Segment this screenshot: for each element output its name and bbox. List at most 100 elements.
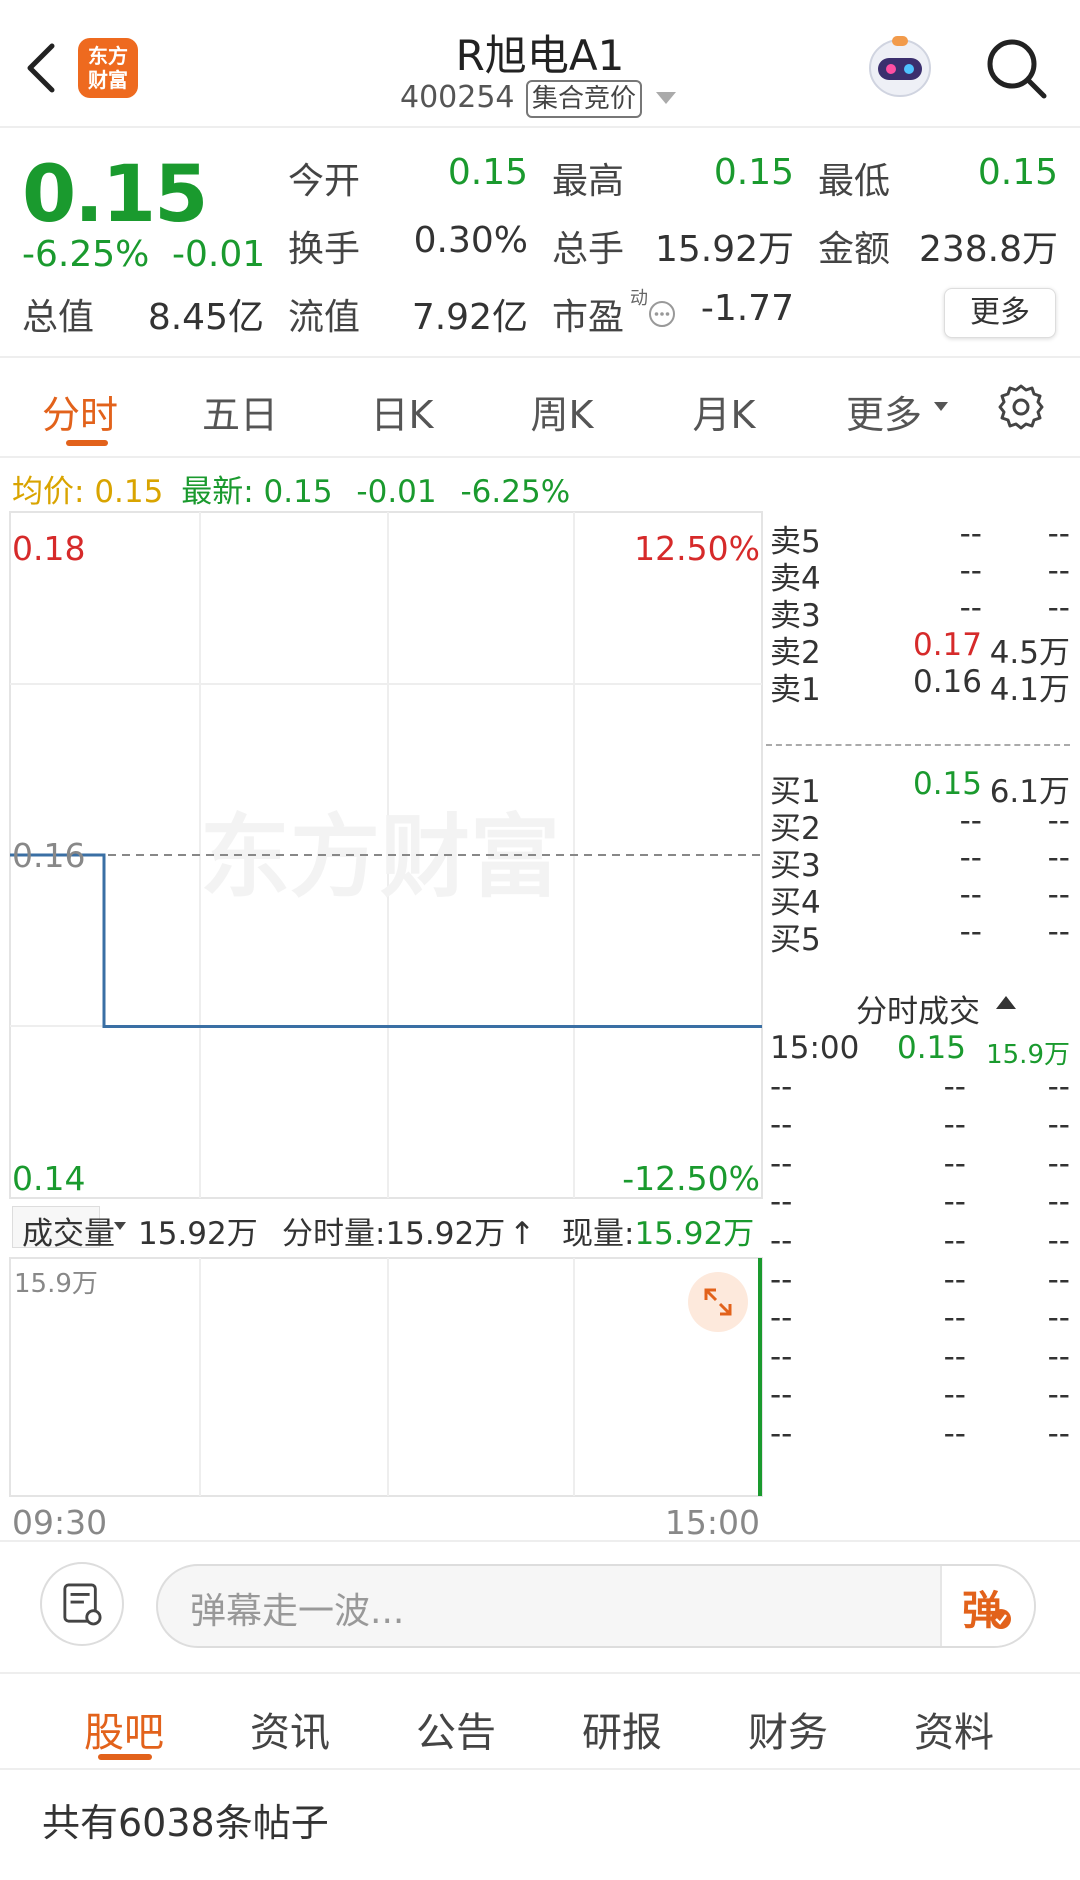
volume-bar: [758, 1258, 762, 1496]
divider: [0, 1540, 1080, 1542]
ask-volume: --: [1047, 590, 1070, 626]
tick-row: -- -- --: [766, 1107, 1080, 1145]
tick-time: --: [770, 1184, 793, 1221]
tab-announcements[interactable]: 公告: [386, 1700, 526, 1758]
ask-row-1[interactable]: 卖5 -- --: [766, 516, 1080, 560]
intraday-chart[interactable]: 东方财富 0.18 0.16 0.14 12.50% -12.50% 15.9万…: [0, 510, 766, 1540]
amount-value: 238.8万: [918, 229, 1058, 270]
price-summary-line: 均价: 0.15 最新: 0.15 -0.01 -6.25%: [12, 466, 570, 511]
active-tab-indicator: [66, 440, 108, 446]
more-quote-button[interactable]: 更多: [944, 288, 1056, 338]
tick-row: -- -- --: [766, 1377, 1080, 1415]
tick-row: -- -- --: [766, 1416, 1080, 1454]
tick-row: -- -- --: [766, 1339, 1080, 1377]
tick-price: --: [943, 1261, 966, 1298]
tick-trades-header[interactable]: 分时成交: [856, 986, 980, 1031]
ask-row-3[interactable]: 卖3 -- --: [766, 590, 1080, 634]
tab-intraday[interactable]: 分时: [38, 384, 122, 439]
bid-volume: --: [1047, 877, 1070, 913]
tab-daily-k[interactable]: 日K: [364, 384, 440, 439]
tick-volume: --: [1047, 1145, 1070, 1182]
tick-volume: --: [1047, 1261, 1070, 1298]
gear-icon[interactable]: [996, 382, 1046, 432]
bid-volume: --: [1047, 840, 1070, 876]
tick-price: --: [943, 1145, 966, 1182]
current-volume-label: 现量:: [562, 1216, 635, 1252]
intraday-volume: 分时量:15.92万 ↑: [282, 1208, 535, 1253]
change-percent: -6.25%: [22, 234, 150, 275]
divider: [0, 456, 1080, 458]
tab-more[interactable]: 更多: [842, 384, 926, 439]
tick-volume: --: [1047, 1338, 1070, 1375]
tick-time: --: [770, 1068, 793, 1105]
ask-level-label: 卖1: [770, 672, 821, 708]
pct-axis-min-label: -12.50%: [622, 1159, 760, 1198]
tick-volume: --: [1047, 1068, 1070, 1105]
note-settings-icon[interactable]: [40, 1562, 124, 1646]
indicator-dropdown-icon[interactable]: [114, 1222, 126, 1230]
total-volume-value: 15.92万: [654, 229, 794, 270]
tick-row: -- -- --: [766, 1184, 1080, 1222]
tab-profile[interactable]: 资料: [884, 1700, 1024, 1758]
total-volume-label: 总手: [552, 229, 625, 270]
bid-volume: --: [1047, 803, 1070, 839]
bid-volume: --: [1047, 914, 1070, 950]
tick-volume: 15.9万: [986, 1040, 1070, 1070]
bid-row-4[interactable]: 买4 -- --: [766, 877, 1080, 921]
volume-total: 15.92万: [138, 1216, 258, 1252]
volume-axis-max-label: 15.9万: [14, 1269, 98, 1299]
bid-row-1[interactable]: 买1 0.15 6.1万: [766, 766, 1080, 810]
tick-time: --: [770, 1223, 793, 1259]
tab-five-day[interactable]: 五日: [198, 384, 282, 439]
y-axis-min-label: 0.14: [12, 1159, 85, 1198]
tab-monthly-k[interactable]: 月K: [686, 384, 762, 439]
avg-price-label: 均价:: [12, 474, 85, 510]
expand-icon[interactable]: [688, 1272, 748, 1332]
tab-finance[interactable]: 财务: [718, 1700, 858, 1758]
info-more-icon[interactable]: [648, 300, 676, 328]
back-arrow-icon[interactable]: [22, 42, 62, 94]
tick-price: --: [943, 1223, 966, 1259]
tick-row: -- -- --: [766, 1069, 1080, 1107]
pe-dynamic-sup: 动: [630, 288, 648, 309]
latest-price-value: 0.15: [263, 474, 333, 510]
divider: [0, 356, 1080, 358]
tab-guba[interactable]: 股吧: [54, 1700, 194, 1758]
tick-price: --: [943, 1416, 966, 1452]
robot-assistant-icon[interactable]: [862, 30, 938, 106]
tick-price: --: [943, 1107, 966, 1144]
search-icon[interactable]: [982, 34, 1050, 102]
tick-time: --: [770, 1107, 793, 1144]
y-axis-mid-label: 0.16: [12, 836, 85, 875]
auction-status-badge: 集合竞价: [526, 80, 643, 118]
bid-row-5[interactable]: 买5 -- --: [766, 914, 1080, 958]
current-volume-value: 15.92万: [634, 1216, 755, 1252]
open-label: 今开: [288, 161, 361, 202]
ask-row-2[interactable]: 卖4 -- --: [766, 553, 1080, 597]
x-axis-start-label: 09:30: [12, 1503, 107, 1540]
tick-volume: --: [1047, 1184, 1070, 1221]
bid-row-2[interactable]: 买2 -- --: [766, 803, 1080, 847]
stock-code: 400254: [400, 80, 515, 115]
tick-volume: --: [1047, 1107, 1070, 1144]
turnover-label: 换手: [288, 229, 361, 270]
bid-row-3[interactable]: 买3 -- --: [766, 840, 1080, 884]
bid-level-label: 买5: [770, 922, 821, 958]
chart-watermark: 东方财富: [200, 805, 560, 910]
status-dropdown-icon[interactable]: [656, 92, 676, 104]
ask-row-5[interactable]: 卖1 0.16 4.1万: [766, 664, 1080, 708]
tick-volume: --: [1047, 1300, 1070, 1337]
tab-news[interactable]: 资讯: [220, 1700, 360, 1758]
tab-research[interactable]: 研报: [552, 1700, 692, 1758]
app-logo[interactable]: 东方 财富: [78, 38, 138, 98]
ask-row-4[interactable]: 卖2 0.17 4.5万: [766, 627, 1080, 671]
low-label: 最低: [818, 161, 891, 202]
tick-time: --: [770, 1416, 793, 1452]
collapse-up-icon[interactable]: [996, 996, 1016, 1009]
float-cap-value: 7.92亿: [411, 297, 528, 338]
tick-row: -- -- --: [766, 1146, 1080, 1184]
tab-weekly-k[interactable]: 周K: [524, 384, 600, 439]
more-dropdown-icon[interactable]: [934, 402, 948, 411]
logo-text-bottom: 财富: [88, 68, 128, 92]
divider: [0, 1672, 1080, 1674]
